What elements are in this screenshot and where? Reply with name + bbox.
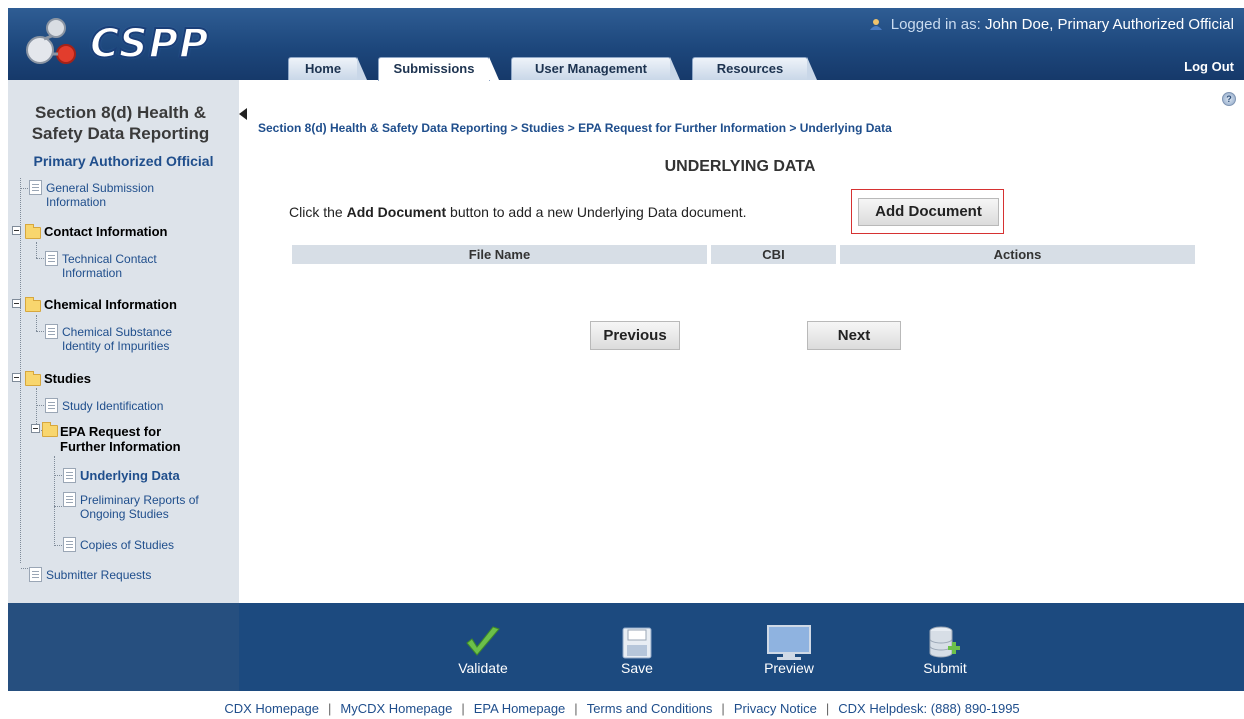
column-header-cbi: CBI xyxy=(711,245,836,264)
submit-label: Submit xyxy=(923,660,967,676)
cspp-logo[interactable]: CSPP xyxy=(18,14,218,68)
footer-separator: | xyxy=(574,701,578,716)
instruction-pre: Click the xyxy=(289,204,343,220)
preview-label: Preview xyxy=(764,660,814,676)
footer-link-mycdx-homepage[interactable]: MyCDX Homepage xyxy=(340,701,452,716)
instruction-text: Click the Add Document button to add a n… xyxy=(289,204,747,220)
sidebar-item-preliminary-reports[interactable]: Preliminary Reports of Ongoing Studies xyxy=(80,493,220,521)
footer-link-cdx-homepage[interactable]: CDX Homepage xyxy=(224,701,319,716)
tree-connector xyxy=(36,242,37,258)
save-label: Save xyxy=(621,660,653,676)
collapse-toggle[interactable] xyxy=(12,299,21,308)
document-icon xyxy=(63,537,76,552)
sidebar-item-studies[interactable]: Studies xyxy=(44,372,91,386)
sidebar-item-label: Technical Contact Information xyxy=(62,252,157,280)
document-icon xyxy=(45,324,58,339)
tree-connector xyxy=(36,405,44,406)
page-title: UNDERLYING DATA xyxy=(664,158,816,175)
floppy-disk-icon xyxy=(622,627,652,659)
tab-home[interactable]: Home xyxy=(288,57,367,80)
sidebar-role: Primary Authorized Official xyxy=(33,153,214,169)
tree-connector xyxy=(36,258,44,259)
footer-link-privacy[interactable]: Privacy Notice xyxy=(734,701,817,716)
flask-icon xyxy=(26,18,76,64)
tree-connector xyxy=(21,188,28,189)
toolbar-left-panel xyxy=(8,603,239,691)
sidebar-item-label: Chemical Substance Identity of Impuritie… xyxy=(62,325,173,353)
validate-label: Validate xyxy=(458,660,508,676)
navigation-sidebar: Section 8(d) Health & Safety Data Report… xyxy=(8,80,239,603)
sidebar-item-copies-of-studies[interactable]: Copies of Studies xyxy=(80,538,174,552)
tree-connector xyxy=(21,568,28,569)
tree-connector xyxy=(54,545,62,546)
sidebar-item-submitter-requests[interactable]: Submitter Requests xyxy=(46,568,151,582)
tab-user-management[interactable]: User Management xyxy=(511,57,680,80)
checkmark-icon xyxy=(466,626,500,656)
database-add-icon xyxy=(929,626,960,658)
footer-link-helpdesk[interactable]: CDX Helpdesk: (888) 890-1995 xyxy=(838,701,1019,716)
folder-icon xyxy=(25,297,41,312)
action-toolbar: Validate Save Preview Submit xyxy=(8,603,1244,691)
sidebar-item-epa-request[interactable]: EPA Request for Further Information xyxy=(60,424,190,454)
tab-submissions[interactable]: Submissions xyxy=(378,57,499,81)
tree-connector xyxy=(54,506,62,507)
document-icon xyxy=(45,251,58,266)
tree-connector xyxy=(36,331,44,332)
sidebar-item-general-submission-information[interactable]: General Submission Information xyxy=(46,181,186,209)
footer-separator: | xyxy=(327,701,332,716)
folder-icon xyxy=(25,224,41,239)
sidebar-title: Section 8(d) Health & Safety Data Report… xyxy=(31,103,210,143)
tree-connector xyxy=(20,178,21,563)
document-icon xyxy=(63,468,76,483)
next-button[interactable]: Next xyxy=(807,321,901,350)
sidebar-item-label: EPA Request for Further Information xyxy=(60,424,181,454)
sidebar-item-underlying-data[interactable]: Underlying Data xyxy=(80,469,180,483)
breadcrumb[interactable]: Section 8(d) Health & Safety Data Report… xyxy=(258,121,892,135)
logged-in-prefix: Logged in as: xyxy=(890,16,981,33)
document-icon xyxy=(29,180,42,195)
folder-icon xyxy=(25,371,41,386)
footer-separator: | xyxy=(825,701,830,716)
logout-link[interactable]: Log Out xyxy=(1184,59,1234,74)
sidebar-item-chemical-substance-identity[interactable]: Chemical Substance Identity of Impuritie… xyxy=(62,325,192,353)
footer-separator: | xyxy=(721,701,725,716)
logged-in-status: Logged in as: John Doe, Primary Authoriz… xyxy=(869,16,1234,33)
document-icon xyxy=(29,567,42,582)
previous-button[interactable]: Previous xyxy=(590,321,680,350)
collapse-sidebar-arrow[interactable] xyxy=(239,108,247,120)
sidebar-item-contact-information[interactable]: Contact Information xyxy=(44,225,168,239)
footer-links: CDX Homepage | MyCDX Homepage | EPA Homepage… xyxy=(0,701,1244,716)
document-icon xyxy=(63,492,76,507)
folder-icon xyxy=(42,422,58,437)
tab-resources[interactable]: Resources xyxy=(692,57,817,80)
footer-link-epa-homepage[interactable]: EPA Homepage xyxy=(474,701,566,716)
app-header: CSPP Logged in as: John Doe, Primary Aut… xyxy=(8,8,1244,81)
collapse-toggle[interactable] xyxy=(12,226,21,235)
tree-connector xyxy=(36,315,37,331)
monitor-icon xyxy=(767,625,811,660)
footer-separator: | xyxy=(461,701,465,716)
sidebar-item-chemical-information[interactable]: Chemical Information xyxy=(44,298,177,312)
tree-connector xyxy=(54,475,62,476)
collapse-toggle[interactable] xyxy=(31,424,40,433)
sidebar-item-label: Preliminary Reports of Ongoing Studies xyxy=(80,493,199,521)
add-document-button[interactable]: Add Document xyxy=(858,198,999,226)
collapse-toggle[interactable] xyxy=(12,373,21,382)
sidebar-item-label: General Submission Information xyxy=(46,181,155,209)
document-icon xyxy=(45,398,58,413)
instruction-bold: Add Document xyxy=(346,204,447,220)
column-header-actions: Actions xyxy=(840,245,1195,264)
logged-in-user: John Doe, Primary Authorized Official xyxy=(984,16,1234,33)
footer-link-terms[interactable]: Terms and Conditions xyxy=(587,701,713,716)
logo-text: CSPP xyxy=(89,20,210,68)
sidebar-item-study-identification[interactable]: Study Identification xyxy=(62,399,163,413)
help-icon[interactable]: ? xyxy=(1222,92,1236,106)
user-icon xyxy=(869,19,882,30)
tree-connector xyxy=(54,456,55,546)
column-header-file-name: File Name xyxy=(292,245,707,264)
sidebar-item-technical-contact-information[interactable]: Technical Contact Information xyxy=(62,252,172,280)
instruction-post: button to add a new Underlying Data docu… xyxy=(450,204,747,220)
